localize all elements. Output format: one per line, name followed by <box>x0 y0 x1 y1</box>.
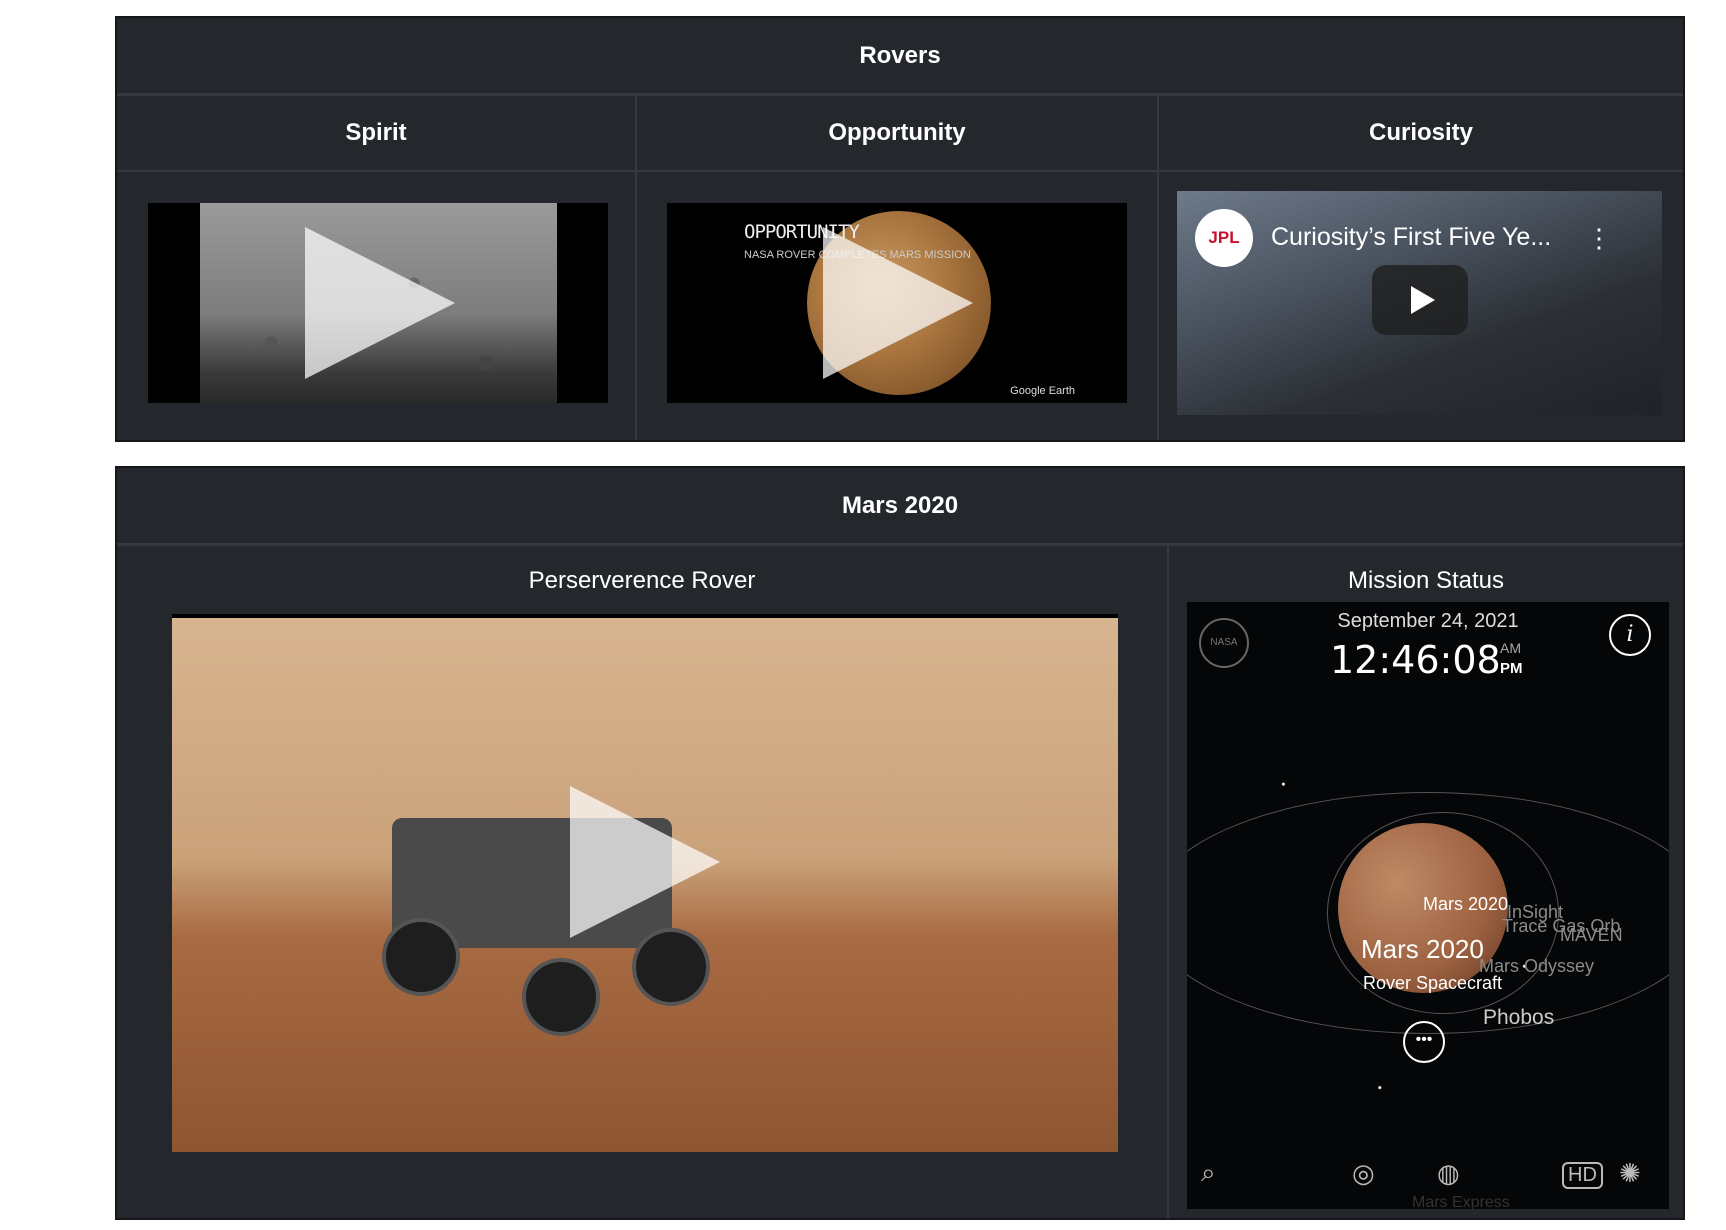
pm-toggle[interactable]: PM <box>1500 660 1523 677</box>
opportunity-play-icon[interactable] <box>823 227 973 379</box>
perseverance-video[interactable] <box>172 614 1118 1152</box>
maven-label[interactable]: MAVEN <box>1560 925 1623 946</box>
mission-date: September 24, 2021 <box>1337 610 1519 632</box>
spirit-heading: Spirit <box>117 96 635 172</box>
rover-wheel <box>632 928 710 1006</box>
phobos-label[interactable]: Phobos <box>1483 1006 1554 1030</box>
mars2020-panel: Mars 2020 Perserverence Rover Mission St… <box>115 466 1685 1220</box>
perseverance-column: Perserverence Rover <box>117 546 1169 1218</box>
curiosity-video-title[interactable]: Curiosity’s First Five Ye... <box>1271 223 1551 252</box>
google-earth-credit: Google Earth <box>1010 385 1075 397</box>
mars2020-marker-label[interactable]: Mars 2020 <box>1423 894 1508 915</box>
jpl-logo: JPL <box>1195 209 1253 267</box>
youtube-play-icon[interactable] <box>1372 265 1468 335</box>
mission-status-column: Mission Status NASA September 24, 2021 1… <box>1169 546 1683 1218</box>
opportunity-video[interactable]: OPPORTUNITY NASA ROVER COMPLETES MARS MI… <box>667 203 1127 403</box>
rover-spacecraft-label: Rover Spacecraft <box>1363 973 1503 993</box>
mars2020-title: Mars 2020 <box>117 468 1683 546</box>
mars-express-label[interactable]: Mars Express <box>1412 1194 1510 1209</box>
am-toggle[interactable]: AM <box>1500 640 1521 656</box>
curiosity-heading: Curiosity <box>1159 96 1683 172</box>
opportunity-column: Opportunity OPPORTUNITY NASA ROVER COMPL… <box>637 96 1159 440</box>
info-icon[interactable]: i <box>1609 614 1651 656</box>
mission-time: 12:46:08 <box>1330 638 1501 682</box>
curiosity-column: Curiosity JPL Curiosity’s First Five Ye.… <box>1159 96 1683 440</box>
perseverance-heading: Perserverence Rover <box>528 567 756 594</box>
rover-wheel <box>382 918 460 996</box>
rovers-panel: Rovers Spirit Opportunity OPPORTUNITY NA… <box>115 16 1685 442</box>
hd-toggle-button[interactable]: HD <box>1562 1162 1603 1189</box>
focused-spacecraft-name: Mars 2020 <box>1361 934 1484 964</box>
search-icon[interactable]: ⌕ <box>1201 1157 1216 1189</box>
spirit-play-icon[interactable] <box>305 227 455 379</box>
eyes-on-solar-system-widget[interactable]: NASA September 24, 2021 12:46:08 AM PM i… <box>1187 602 1669 1209</box>
rover-wheel <box>522 958 600 1036</box>
spirit-video[interactable] <box>148 203 608 403</box>
opportunity-heading: Opportunity <box>637 96 1157 172</box>
more-options-icon[interactable]: ••• <box>1403 1021 1445 1063</box>
curiosity-video[interactable]: JPL Curiosity’s First Five Ye... ⋮ <box>1177 191 1662 415</box>
rovers-title: Rovers <box>117 18 1683 96</box>
more-options-icon[interactable]: ⋮ <box>1586 223 1612 254</box>
orbit-view-icon[interactable]: ◎ <box>1352 1158 1375 1189</box>
perseverance-play-icon[interactable] <box>570 786 720 938</box>
lightbulb-icon[interactable]: ✺ <box>1619 1158 1641 1189</box>
spirit-column: Spirit <box>117 96 637 440</box>
planet-view-icon[interactable]: ◍ <box>1437 1158 1460 1189</box>
